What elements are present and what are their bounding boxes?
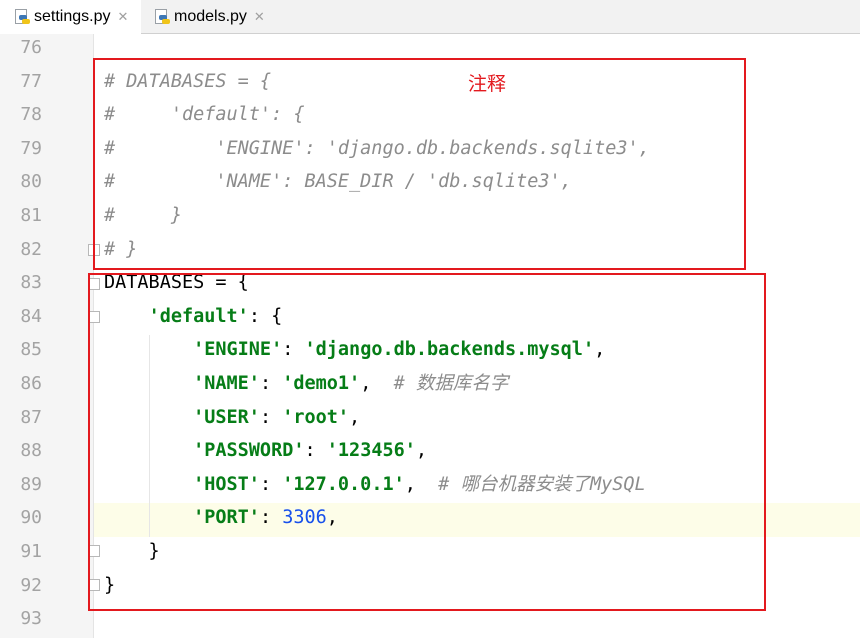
- line-number: 85: [20, 339, 42, 361]
- line-number: 79: [20, 137, 42, 159]
- line-number: 86: [20, 373, 42, 394]
- line-number: 89: [20, 473, 42, 495]
- editor-tab-bar: settings.py ✕ models.py ✕: [0, 0, 860, 34]
- line-number: 91: [20, 541, 42, 562]
- line-number: 77: [20, 70, 42, 92]
- line-number: 87: [20, 406, 42, 428]
- line-number: 84: [20, 305, 42, 327]
- line-number: 81: [20, 205, 42, 226]
- line-number: 93: [20, 608, 42, 630]
- line-number: 82: [20, 238, 42, 260]
- line-number: 88: [20, 440, 42, 462]
- active-block-highlight: [88, 273, 766, 611]
- close-tab-icon[interactable]: ✕: [254, 9, 265, 25]
- line-number: 90: [20, 507, 42, 529]
- line-number: 78: [20, 104, 42, 126]
- annotation-label: 注释: [468, 73, 507, 95]
- commented-block-highlight: [93, 58, 746, 270]
- tab-label: models.py: [174, 8, 247, 25]
- close-tab-icon[interactable]: ✕: [117, 9, 128, 25]
- tab-label: settings.py: [34, 8, 111, 25]
- tab-models-py[interactable]: models.py ✕: [154, 0, 265, 34]
- python-file-icon: [154, 9, 170, 25]
- tab-settings-py[interactable]: settings.py ✕: [0, 0, 141, 34]
- python-file-icon: [14, 9, 30, 25]
- line-number: 76: [20, 37, 42, 58]
- line-number: 83: [20, 272, 42, 294]
- line-number: 92: [20, 574, 42, 596]
- line-number: 80: [20, 171, 42, 193]
